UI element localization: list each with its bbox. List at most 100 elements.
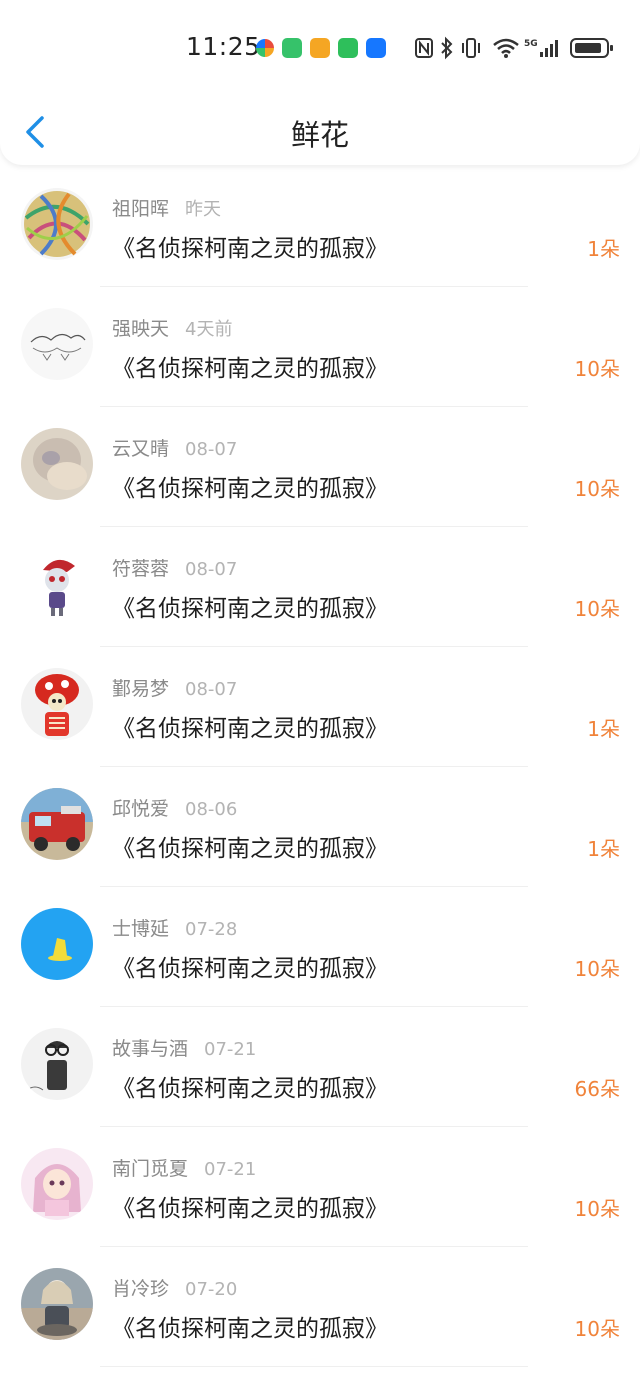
user-name-text: 士博延 bbox=[112, 918, 170, 940]
flower-count: 10朵 bbox=[574, 1317, 620, 1341]
list-item[interactable]: 故事与酒 07-21 《名侦探柯南之灵的孤寂》 66朵 bbox=[0, 1007, 640, 1127]
app-notification-icon bbox=[256, 39, 274, 57]
alipay-app-icon bbox=[366, 38, 386, 58]
avatar[interactable] bbox=[21, 1028, 93, 1100]
avatar[interactable] bbox=[21, 428, 93, 500]
record-time: 07-20 bbox=[185, 1279, 238, 1300]
user-name-text: 祖阳晖 bbox=[112, 198, 170, 220]
flower-count: 10朵 bbox=[574, 1197, 620, 1221]
user-name: 邱悦爱 08-06 bbox=[112, 794, 237, 821]
user-name: 故事与酒 07-21 bbox=[112, 1034, 256, 1061]
mail-app-icon bbox=[310, 38, 330, 58]
list-item[interactable]: 士博延 07-28 《名侦探柯南之灵的孤寂》 10朵 bbox=[0, 887, 640, 1007]
beach-portrait-image bbox=[21, 1268, 93, 1340]
list-item[interactable]: 云又晴 08-07 《名侦探柯南之灵的孤寂》 10朵 bbox=[0, 407, 640, 527]
user-name-text: 鄞易梦 bbox=[112, 678, 170, 700]
book-title: 《名侦探柯南之灵的孤寂》 bbox=[112, 596, 388, 622]
network-type-label: 5G bbox=[524, 39, 538, 49]
book-title: 《名侦探柯南之灵的孤寂》 bbox=[112, 716, 388, 742]
skeleton-mushroom-image bbox=[21, 668, 93, 740]
record-time: 07-28 bbox=[185, 919, 238, 940]
game-character-image bbox=[21, 548, 93, 620]
user-name: 云又晴 08-07 bbox=[112, 434, 237, 461]
list-item[interactable]: 符蓉蓉 08-07 《名侦探柯南之灵的孤寂》 10朵 bbox=[0, 527, 640, 647]
blue-cartoon-image bbox=[21, 908, 93, 980]
avatar[interactable] bbox=[21, 908, 93, 980]
list-item[interactable]: 邱悦爱 08-06 《名侦探柯南之灵的孤寂》 1朵 bbox=[0, 767, 640, 887]
record-time: 07-21 bbox=[204, 1039, 257, 1060]
avatar[interactable] bbox=[21, 1148, 93, 1220]
book-title: 《名侦探柯南之灵的孤寂》 bbox=[112, 1316, 388, 1342]
book-title: 《名侦探柯南之灵的孤寂》 bbox=[112, 356, 388, 382]
record-time: 08-06 bbox=[185, 799, 238, 820]
record-time: 4天前 bbox=[185, 319, 233, 340]
avatar[interactable] bbox=[21, 548, 93, 620]
user-name: 强映天 4天前 bbox=[112, 314, 232, 341]
flower-count: 1朵 bbox=[587, 837, 620, 861]
vibrate-icon bbox=[462, 38, 480, 58]
phone-app-icon bbox=[282, 38, 302, 58]
list-item[interactable]: 强映天 4天前 《名侦探柯南之灵的孤寂》 10朵 bbox=[0, 287, 640, 407]
flower-count: 66朵 bbox=[574, 1077, 620, 1101]
divider bbox=[100, 1366, 528, 1367]
record-time: 08-07 bbox=[185, 679, 238, 700]
handwriting-sketch-image bbox=[21, 308, 93, 380]
book-title: 《名侦探柯南之灵的孤寂》 bbox=[112, 1196, 388, 1222]
user-name: 祖阳晖 昨天 bbox=[112, 194, 221, 221]
nfc-icon bbox=[415, 38, 433, 58]
book-title: 《名侦探柯南之灵的孤寂》 bbox=[112, 956, 388, 982]
wifi-icon bbox=[493, 38, 519, 58]
user-name-text: 南门觅夏 bbox=[112, 1158, 189, 1180]
flower-count: 1朵 bbox=[587, 237, 620, 261]
avatar[interactable] bbox=[21, 1268, 93, 1340]
top-bar: 11:25 5G 鲜花 bbox=[0, 0, 640, 165]
list-item[interactable]: 祖阳晖 昨天 《名侦探柯南之灵的孤寂》 1朵 bbox=[0, 167, 640, 287]
flower-count: 1朵 bbox=[587, 717, 620, 741]
user-name-text: 云又晴 bbox=[112, 438, 170, 460]
user-name: 符蓉蓉 08-07 bbox=[112, 554, 237, 581]
flower-count: 10朵 bbox=[574, 357, 620, 381]
page-title: 鲜花 bbox=[290, 118, 349, 152]
flower-count: 10朵 bbox=[574, 957, 620, 981]
book-title: 《名侦探柯南之灵的孤寂》 bbox=[112, 236, 388, 262]
plush-toy-image bbox=[21, 428, 93, 500]
user-name: 南门觅夏 07-21 bbox=[112, 1154, 256, 1181]
record-time: 08-07 bbox=[185, 559, 238, 580]
anime-girl-image bbox=[21, 1148, 93, 1220]
list-item[interactable]: 南门觅夏 07-21 《名侦探柯南之灵的孤寂》 10朵 bbox=[0, 1127, 640, 1247]
flower-record-list: 祖阳晖 昨天 《名侦探柯南之灵的孤寂》 1朵 强映天 4天前 《名侦探柯南之灵的孤寂… bbox=[0, 167, 640, 1367]
book-title: 《名侦探柯南之灵的孤寂》 bbox=[112, 476, 388, 502]
avatar[interactable] bbox=[21, 788, 93, 860]
record-time: 07-21 bbox=[204, 1159, 257, 1180]
user-name-text: 肖冷珍 bbox=[112, 1278, 170, 1300]
user-name: 士博延 07-28 bbox=[112, 914, 237, 941]
nav-bar: 鲜花 bbox=[0, 100, 640, 160]
battery-icon bbox=[570, 38, 613, 58]
fire-truck-image bbox=[21, 788, 93, 860]
user-name-text: 符蓉蓉 bbox=[112, 558, 170, 580]
avatar[interactable] bbox=[21, 308, 93, 380]
avatar[interactable] bbox=[21, 668, 93, 740]
book-title: 《名侦探柯南之灵的孤寂》 bbox=[112, 836, 388, 862]
cellular-signal-icon: 5G bbox=[524, 39, 558, 57]
rubber-band-ball-image bbox=[21, 188, 93, 260]
wechat-app-icon bbox=[338, 38, 358, 58]
user-name-text: 故事与酒 bbox=[112, 1038, 189, 1060]
list-item[interactable]: 肖冷珍 07-20 《名侦探柯南之灵的孤寂》 10朵 bbox=[0, 1247, 640, 1367]
user-name-text: 强映天 bbox=[112, 318, 170, 340]
flower-count: 10朵 bbox=[574, 477, 620, 501]
status-time: 11:25 bbox=[186, 32, 261, 61]
flower-count: 10朵 bbox=[574, 597, 620, 621]
record-time: 昨天 bbox=[185, 199, 222, 220]
status-bar: 11:25 5G bbox=[0, 30, 640, 66]
avatar[interactable] bbox=[21, 188, 93, 260]
user-name-text: 邱悦爱 bbox=[112, 798, 170, 820]
record-time: 08-07 bbox=[185, 439, 238, 460]
sketch-glasses-boy-image bbox=[21, 1028, 93, 1100]
user-name: 肖冷珍 07-20 bbox=[112, 1274, 237, 1301]
notification-icons bbox=[256, 38, 386, 58]
book-title: 《名侦探柯南之灵的孤寂》 bbox=[112, 1076, 388, 1102]
user-name: 鄞易梦 08-07 bbox=[112, 674, 237, 701]
bluetooth-icon bbox=[441, 36, 453, 60]
list-item[interactable]: 鄞易梦 08-07 《名侦探柯南之灵的孤寂》 1朵 bbox=[0, 647, 640, 767]
